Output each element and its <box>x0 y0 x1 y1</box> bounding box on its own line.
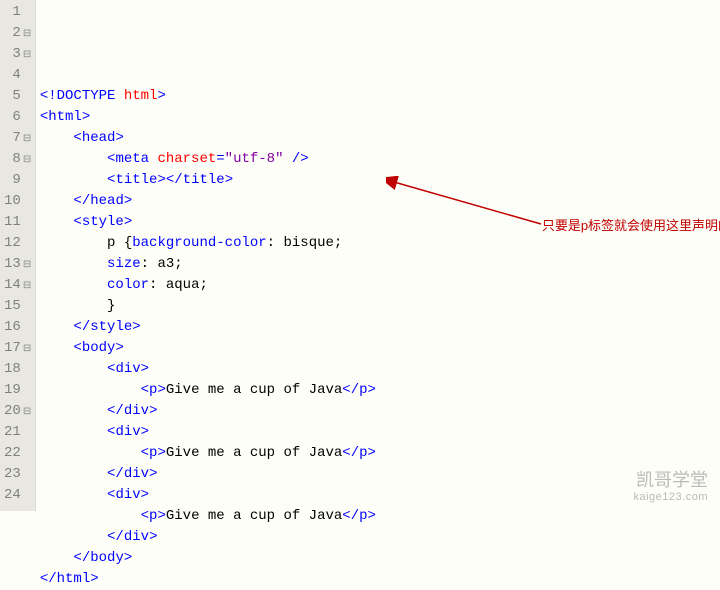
line-number: 14⊟ <box>4 275 29 296</box>
line-number: 16 <box>4 317 29 338</box>
code-line[interactable]: <title></title> <box>40 170 720 191</box>
code-line[interactable]: </div> <box>40 527 720 548</box>
code-line[interactable]: <body> <box>40 338 720 359</box>
line-number: 8⊟ <box>4 149 29 170</box>
code-line[interactable]: </style> <box>40 317 720 338</box>
code-line[interactable]: p {background-color: bisque; <box>40 233 720 254</box>
line-number-gutter: 12⊟3⊟4567⊟8⊟910111213⊟14⊟151617⊟181920⊟2… <box>0 0 36 511</box>
code-line[interactable]: <p>Give me a cup of Java</p> <box>40 443 720 464</box>
line-number: 6 <box>4 107 29 128</box>
line-number: 13⊟ <box>4 254 29 275</box>
line-number: 21 <box>4 422 29 443</box>
line-number: 20⊟ <box>4 401 29 422</box>
code-line[interactable]: </body> <box>40 548 720 569</box>
line-number: 7⊟ <box>4 128 29 149</box>
line-number: 17⊟ <box>4 338 29 359</box>
code-line[interactable]: size: a3; <box>40 254 720 275</box>
code-line[interactable]: <html> <box>40 107 720 128</box>
code-line[interactable]: <div> <box>40 359 720 380</box>
code-line[interactable]: <meta charset="utf-8" /> <box>40 149 720 170</box>
code-line[interactable]: } <box>40 296 720 317</box>
line-number: 5 <box>4 86 29 107</box>
line-number: 10 <box>4 191 29 212</box>
line-number: 4 <box>4 65 29 86</box>
line-number: 3⊟ <box>4 44 29 65</box>
code-area[interactable]: 只要是p标签就会使用这里声明的样式 <!DOCTYPE html><html> … <box>36 0 720 511</box>
code-line[interactable]: <p>Give me a cup of Java</p> <box>40 506 720 527</box>
code-line[interactable]: <div> <box>40 422 720 443</box>
code-line[interactable]: </div> <box>40 464 720 485</box>
code-editor: 12⊟3⊟4567⊟8⊟910111213⊟14⊟151617⊟181920⊟2… <box>0 0 720 511</box>
line-number: 18 <box>4 359 29 380</box>
code-line[interactable]: </head> <box>40 191 720 212</box>
line-number: 22 <box>4 443 29 464</box>
code-line[interactable]: </html> <box>40 569 720 590</box>
line-number: 15 <box>4 296 29 317</box>
code-line[interactable]: </div> <box>40 401 720 422</box>
line-number: 11 <box>4 212 29 233</box>
code-line[interactable]: <p>Give me a cup of Java</p> <box>40 380 720 401</box>
line-number: 2⊟ <box>4 23 29 44</box>
line-number: 23 <box>4 464 29 485</box>
code-line[interactable]: <head> <box>40 128 720 149</box>
code-line[interactable]: <div> <box>40 485 720 506</box>
code-line[interactable]: <!DOCTYPE html> <box>40 86 720 107</box>
line-number: 9 <box>4 170 29 191</box>
code-line[interactable]: color: aqua; <box>40 275 720 296</box>
line-number: 19 <box>4 380 29 401</box>
annotation-text: 只要是p标签就会使用这里声明的样式 <box>542 216 720 236</box>
line-number: 12 <box>4 233 29 254</box>
line-number: 24 <box>4 485 29 506</box>
line-number: 1 <box>4 2 29 23</box>
